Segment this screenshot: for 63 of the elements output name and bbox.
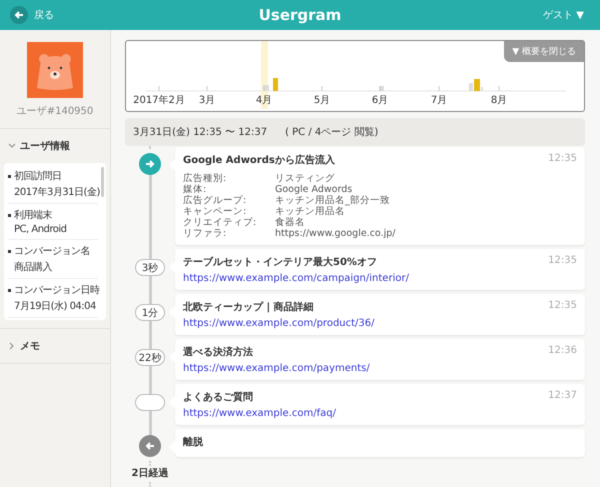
section-toggle[interactable]: メモ: [0, 329, 110, 363]
detail-label: キャンペーン:: [183, 206, 246, 218]
event-title: 離脱: [183, 436, 203, 450]
detail-value: 食器名: [275, 217, 306, 228]
bullet-icon: [8, 174, 11, 178]
detail-value: Google Adwords: [275, 184, 352, 196]
event-time: 12:35: [548, 300, 577, 314]
chevron-right-icon: [8, 342, 16, 350]
month-label: 4月: [256, 95, 272, 106]
event-time: 12:35: [548, 255, 577, 268]
page-url[interactable]: https://www.example.com/payments/: [183, 363, 370, 374]
detail-label: 媒体:: [183, 184, 208, 196]
info-value: 7月19日(水) 04:04: [14, 301, 96, 312]
month-label: 8月: [490, 95, 508, 106]
page-url[interactable]: https://www.example.com/faq/: [183, 408, 336, 420]
bullet-icon: [8, 250, 11, 252]
elapsed-time-badge: 1分: [135, 304, 165, 322]
info-label: コンバージョン名: [14, 245, 90, 258]
month-label: 5月: [314, 95, 330, 106]
section-toggle[interactable]: ユーザ情報: [0, 129, 110, 163]
app-title: Usergram: [258, 6, 342, 24]
bear-avatar: [27, 42, 83, 98]
event-title: 選べる決済方法: [183, 345, 253, 360]
info-value: 2017年3月31日(金): [14, 187, 100, 198]
info-value: 商品購入: [14, 262, 52, 273]
event-time: 12:37: [548, 390, 577, 404]
elapsed-time-badge: 3秒: [135, 259, 165, 276]
detail-label: 広告グループ:: [183, 195, 248, 206]
info-label: 初回訪問日: [14, 170, 62, 183]
bullet-icon: [8, 288, 11, 292]
detail-value: キッチン用品名_部分一致: [275, 195, 391, 206]
detail-value: リスティング: [275, 173, 336, 184]
month-label: 6月: [372, 95, 388, 106]
page-url[interactable]: https://www.example.com/campaign/interior/: [183, 273, 409, 284]
event-time: 12:36: [548, 345, 577, 358]
session-time: 3月31日(金) 12:35 〜 12:37: [133, 126, 268, 139]
scrollbar[interactable]: [101, 167, 104, 197]
info-label: コンバージョン日時: [14, 284, 100, 297]
detail-label: リファラ:: [183, 228, 228, 240]
detail-label: クリエイティブ:: [183, 217, 258, 228]
section-title: メモ: [20, 340, 40, 353]
chevron-down-icon: [8, 142, 16, 150]
session-summary: ( PC / 4ページ 閲覧): [285, 126, 378, 139]
elapsed-time-badge: 22秒: [134, 349, 166, 366]
event-title: 北欧ティーカップ | 商品詳細: [183, 300, 314, 314]
month-label: 2017年2月: [133, 95, 185, 106]
event-title: Google Adwordsから広告流入: [183, 153, 335, 168]
bullet-icon: [8, 214, 11, 216]
event-title: よくあるご質問: [183, 390, 253, 404]
elapsed-label: 2日経過: [130, 466, 170, 480]
event-time: 12:35: [548, 153, 577, 166]
month-label: 3月: [198, 95, 216, 106]
event-title: テーブルセット・インテリア最大50%オフ: [183, 256, 377, 270]
detail-label: 広告種別:: [183, 173, 228, 184]
detail-value: https://www.google.co.jp/: [275, 228, 396, 240]
month-label: 7月: [430, 95, 448, 106]
info-value: PC, Android: [14, 224, 67, 235]
page-url[interactable]: https://www.example.com/product/36/: [183, 318, 375, 330]
user-id: ユーザ#140950: [16, 105, 94, 118]
info-label: 利用端末: [14, 208, 52, 222]
timeline-node: [135, 394, 165, 412]
section-title: ユーザ情報: [20, 140, 70, 153]
detail-value: キッチン用品名: [275, 206, 346, 218]
